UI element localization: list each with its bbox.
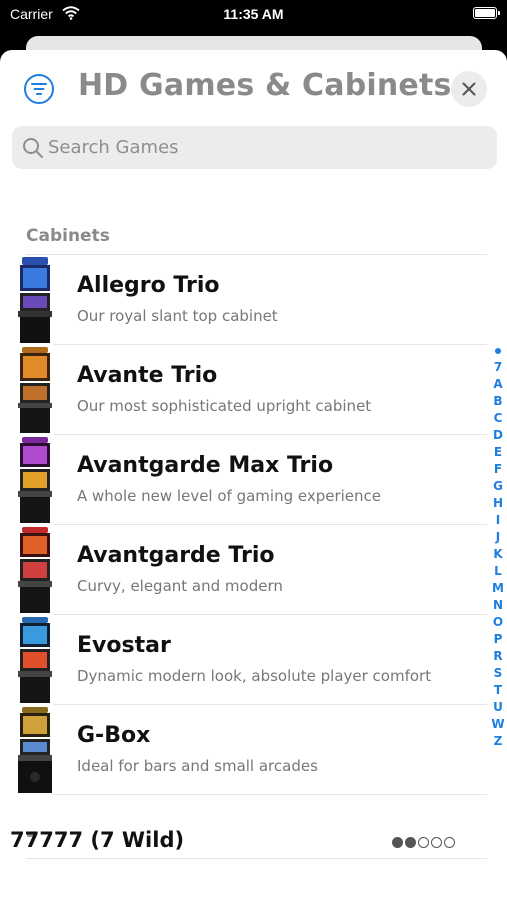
item-description: Ideal for bars and small arcades: [77, 757, 318, 775]
page-title: HD Games & Cabinets: [78, 68, 452, 103]
index-letter[interactable]: K: [490, 546, 506, 563]
index-letter[interactable]: E: [490, 444, 506, 461]
index-search-dot[interactable]: [495, 348, 501, 354]
item-description: A whole new level of gaming experience: [77, 487, 382, 505]
index-letter[interactable]: L: [490, 563, 506, 580]
item-description: Our royal slant top cabinet: [77, 307, 278, 325]
index-letter[interactable]: M: [490, 580, 506, 597]
index-letter[interactable]: W: [490, 716, 506, 733]
search-bar[interactable]: [12, 126, 497, 169]
item-name: Avante Trio: [77, 363, 218, 388]
index-letter[interactable]: S: [490, 665, 506, 682]
index-letter[interactable]: F: [490, 461, 506, 478]
close-button[interactable]: [451, 71, 487, 107]
rating-dot: [405, 837, 416, 848]
status-bar: Carrier 11:35 AM: [0, 0, 507, 30]
clock: 11:35 AM: [223, 6, 284, 22]
item-name: Avantgarde Max Trio: [77, 453, 334, 478]
rating-dot: [431, 837, 442, 848]
section-header-cabinets: Cabinets: [26, 226, 110, 246]
index-letter[interactable]: D: [490, 427, 506, 444]
cabinet-thumbnail: [18, 707, 52, 793]
index-letter[interactable]: I: [490, 512, 506, 529]
index-letter[interactable]: G: [490, 478, 506, 495]
item-name: Allegro Trio: [77, 273, 220, 298]
list-item[interactable]: Allegro Trio Our royal slant top cabinet: [0, 255, 487, 345]
index-letter[interactable]: Z: [490, 733, 506, 750]
cabinet-thumbnail: [18, 527, 52, 613]
index-letter[interactable]: H: [490, 495, 506, 512]
list-item[interactable]: Avantgarde Max Trio A whole new level of…: [0, 435, 487, 525]
list-item[interactable]: Avante Trio Our most sophisticated uprig…: [0, 345, 487, 435]
list-item[interactable]: 77777 (7 Wild): [0, 824, 507, 860]
index-letter[interactable]: P: [490, 631, 506, 648]
battery-icon: [473, 7, 500, 19]
index-letter[interactable]: A: [490, 376, 506, 393]
cabinet-thumbnail: [18, 257, 52, 343]
index-letter[interactable]: C: [490, 410, 506, 427]
item-name: Evostar: [77, 633, 171, 658]
close-icon: [462, 82, 476, 96]
index-letter[interactable]: U: [490, 699, 506, 716]
list-item[interactable]: Evostar Dynamic modern look, absolute pl…: [0, 615, 487, 705]
list-item[interactable]: G-Box Ideal for bars and small arcades: [0, 705, 487, 795]
games-sheet: HD Games & Cabinets Cabinets Allegro Tri…: [0, 50, 507, 910]
list-item[interactable]: Avantgarde Trio Curvy, elegant and moder…: [0, 525, 487, 615]
index-letter[interactable]: R: [490, 648, 506, 665]
index-letter[interactable]: N: [490, 597, 506, 614]
filter-icon: [31, 83, 47, 95]
volatility-rating: [392, 833, 457, 852]
index-letter[interactable]: B: [490, 393, 506, 410]
index-letter[interactable]: 7: [490, 359, 506, 376]
item-description: Dynamic modern look, absolute player com…: [77, 667, 432, 685]
cabinet-thumbnail: [18, 437, 52, 523]
row-divider: [54, 794, 487, 795]
item-name: G-Box: [77, 723, 151, 748]
game-name: 77777 (7 Wild): [10, 828, 185, 852]
filter-button[interactable]: [24, 74, 54, 104]
rating-dot: [418, 837, 429, 848]
cabinet-thumbnail: [18, 347, 52, 433]
rating-dot: [392, 837, 403, 848]
index-letter[interactable]: T: [490, 682, 506, 699]
cabinet-thumbnail: [18, 617, 52, 703]
item-name: Avantgarde Trio: [77, 543, 275, 568]
item-description: Our most sophisticated upright cabinet: [77, 397, 372, 415]
index-letter[interactable]: J: [490, 529, 506, 546]
search-input[interactable]: [48, 126, 478, 169]
index-letter[interactable]: O: [490, 614, 506, 631]
rating-dot: [444, 837, 455, 848]
section-index[interactable]: 7ABCDEFGHIJKLMNOPRSTUWZ: [490, 346, 506, 750]
search-icon: [23, 138, 43, 158]
item-description: Curvy, elegant and modern: [77, 577, 283, 595]
